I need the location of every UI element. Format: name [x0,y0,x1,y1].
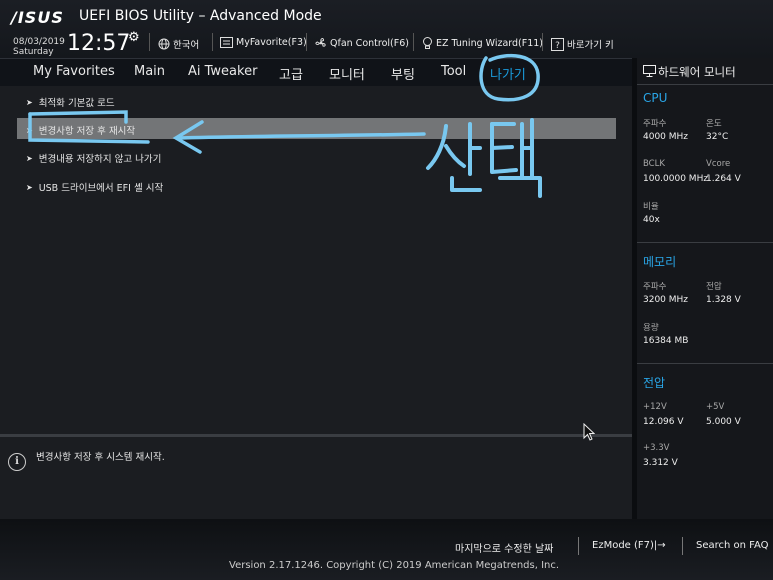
annotation-handwriting [426,118,542,198]
annotation-overlay [28,53,542,198]
annotation-arrow [172,120,426,154]
annotation-box-save-reset [28,110,150,144]
annotation-circle-exit [479,53,540,102]
